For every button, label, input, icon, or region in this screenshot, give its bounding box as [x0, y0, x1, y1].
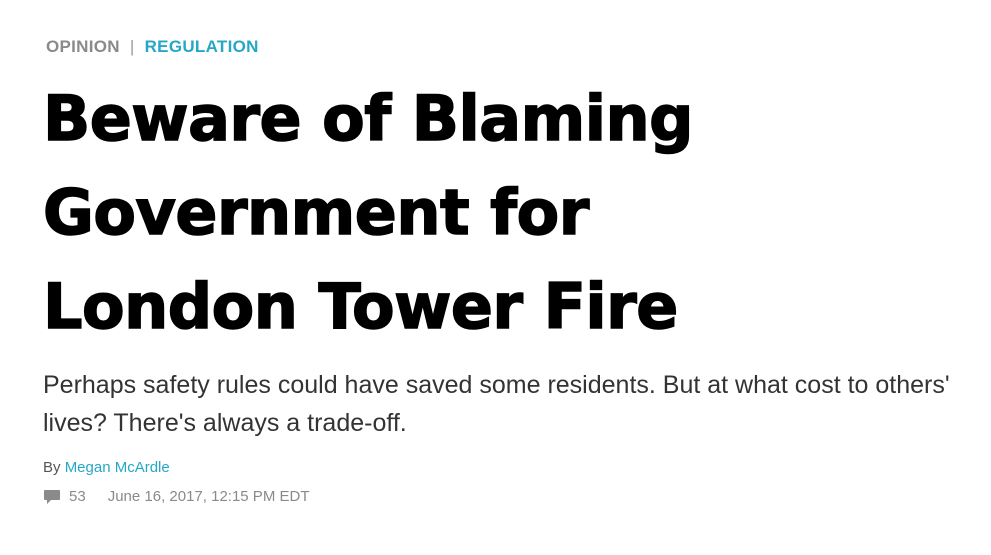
comment-count[interactable]: 53: [69, 488, 86, 505]
article-header: OPINION | REGULATION Beware of Blaming G…: [0, 0, 991, 555]
byline-prefix: By: [43, 459, 61, 476]
headline: Beware of Blaming Government for London …: [42, 72, 943, 354]
kicker: OPINION | REGULATION: [46, 36, 259, 58]
byline: By Megan McArdle: [43, 459, 170, 476]
article-meta: 53 June 16, 2017, 12:15 PM EDT: [43, 488, 309, 505]
headline-line-2: Government for: [42, 175, 590, 250]
kicker-topic-link[interactable]: REGULATION: [145, 37, 259, 57]
kicker-section[interactable]: OPINION: [46, 37, 120, 57]
author-link[interactable]: Megan McArdle: [65, 459, 170, 476]
kicker-divider: |: [129, 37, 135, 56]
article-dek: Perhaps safety rules could have saved so…: [43, 371, 950, 437]
publish-timestamp: June 16, 2017, 12:15 PM EDT: [107, 488, 310, 505]
headline-line-1: Beware of Blaming: [42, 81, 694, 156]
comment-bubble-icon[interactable]: [43, 489, 61, 505]
headline-line-3: London Tower Fire: [42, 269, 679, 344]
